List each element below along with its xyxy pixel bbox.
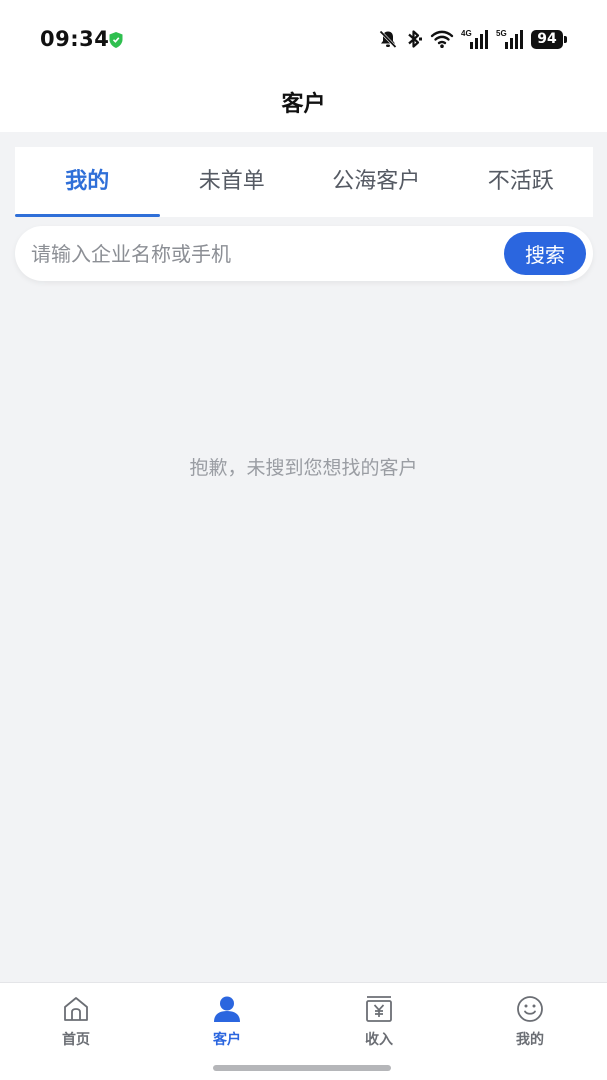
customer-page: 09:34 4G 5G 94 客户 我的 未首单 公海客户 不活跃 请输入企业名…	[0, 0, 607, 1080]
status-icons: 4G 5G 94	[378, 26, 567, 52]
battery-icon: 94	[531, 29, 567, 49]
yuan-icon	[366, 996, 392, 1022]
shield-icon	[109, 32, 123, 48]
nav-label-income: 收入	[365, 1032, 393, 1048]
nav-item-customers[interactable]: 客户	[177, 993, 277, 1059]
signal-5g-icon: 5G	[496, 29, 523, 49]
tab-public-pool[interactable]: 公海客户	[304, 147, 449, 217]
tab-no-first-order[interactable]: 未首单	[160, 147, 305, 217]
bluetooth-icon	[408, 30, 422, 48]
bell-off-icon	[379, 30, 397, 49]
search-input[interactable]	[31, 234, 491, 274]
smile-icon	[517, 996, 543, 1022]
tab-inactive[interactable]: 不活跃	[449, 147, 594, 217]
customer-tabs: 我的 未首单 公海客户 不活跃	[15, 147, 593, 217]
user-icon	[214, 996, 240, 1022]
home-indicator[interactable]	[213, 1065, 391, 1071]
nav-item-me[interactable]: 我的	[480, 993, 580, 1059]
wifi-icon	[430, 30, 454, 48]
title-bar: 客户	[0, 72, 607, 132]
signal-4g-icon: 4G	[461, 29, 488, 49]
nav-item-income[interactable]: 收入	[329, 993, 429, 1059]
nav-label-me: 我的	[516, 1032, 544, 1048]
search-bar: 搜索	[15, 226, 593, 281]
status-bar: 09:34 4G 5G 94	[0, 0, 607, 72]
home-icon	[64, 997, 88, 1021]
signal-5g-label: 5G	[496, 29, 507, 38]
status-time: 09:34	[40, 27, 110, 51]
nav-item-home[interactable]: 首页	[26, 993, 126, 1059]
nav-label-customers: 客户	[213, 1032, 241, 1048]
search-button[interactable]: 搜索	[504, 232, 586, 275]
empty-state-message: 抱歉，未搜到您想找的客户	[189, 457, 418, 479]
nav-label-home: 首页	[62, 1032, 90, 1048]
tab-mine[interactable]: 我的	[15, 147, 160, 217]
signal-4g-label: 4G	[461, 29, 472, 38]
page-title: 客户	[281, 92, 326, 117]
battery-level: 94	[537, 30, 557, 47]
